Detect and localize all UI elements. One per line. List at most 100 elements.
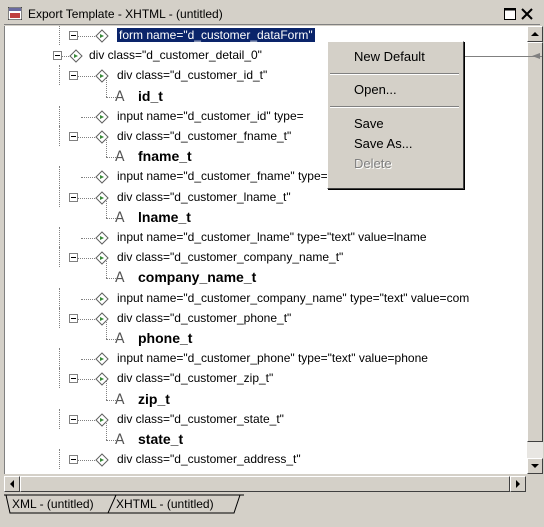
collapse-toggle[interactable] xyxy=(69,374,78,384)
tree-element-node[interactable]: div class="d_customer_state_t" xyxy=(5,408,527,429)
tree-connector xyxy=(81,359,95,361)
tree-element-node[interactable]: input name="d_customer_company_name" typ… xyxy=(5,287,527,308)
element-node-icon xyxy=(95,231,109,245)
tree-connector xyxy=(59,287,60,308)
element-node-icon xyxy=(95,170,109,185)
arrow-left-icon xyxy=(10,480,14,488)
vertical-scrollbar[interactable] xyxy=(527,26,543,474)
window-title: Export Template - XHTML - (untitled) xyxy=(28,7,223,21)
tree-connector xyxy=(59,186,60,207)
scroll-left-button[interactable] xyxy=(4,476,20,492)
tree-connector xyxy=(78,76,95,78)
tree-node-label: form name="d_customer_dataForm" xyxy=(116,27,316,43)
scroll-right-button[interactable] xyxy=(510,476,526,492)
tree-node-label: input name="d_customer_id" type= xyxy=(117,108,304,123)
tree-element-node[interactable]: div class="d_customer_company_name_t" xyxy=(5,247,527,268)
tree-connector xyxy=(106,259,107,279)
collapse-toggle[interactable] xyxy=(69,192,78,202)
tree-text-node[interactable]: Acompany_name_t xyxy=(5,259,527,287)
horizontal-scrollbar[interactable] xyxy=(4,476,526,492)
tree-connector xyxy=(59,307,60,328)
tree-connector xyxy=(59,166,60,187)
collapse-toggle[interactable] xyxy=(69,414,78,424)
scroll-up-button[interactable] xyxy=(527,26,543,42)
tree-element-node[interactable]: div class="d_customer_phone_t" xyxy=(5,307,527,328)
collapse-toggle[interactable] xyxy=(69,253,78,263)
document-tab-bar: XML - (untitled) XHTML - (untitled) xyxy=(4,494,540,523)
tree-connector xyxy=(59,26,60,45)
element-node-icon xyxy=(69,49,83,63)
tree-connector xyxy=(59,227,60,247)
tree-element-node[interactable]: input name="d_customer_phone" type="text… xyxy=(5,348,527,369)
tree-connector xyxy=(59,105,60,126)
text-node-icon: A xyxy=(115,209,125,226)
menu-item-delete: Delete xyxy=(354,156,392,171)
tab-xml[interactable]: XML - (untitled) xyxy=(4,496,102,514)
scroll-down-button[interactable] xyxy=(527,458,543,474)
tree-text-node[interactable]: Azip_t xyxy=(5,380,527,409)
tree-connector xyxy=(59,368,60,389)
tree-connector xyxy=(78,197,95,199)
text-node-icon: A xyxy=(115,391,125,408)
tree-node-label: div class="d_customer_id_t" xyxy=(117,68,268,83)
element-node-icon xyxy=(95,29,109,43)
tree-connector xyxy=(78,318,95,320)
tree-element-node[interactable]: div class="d_customer_address_t" xyxy=(5,449,527,470)
collapse-toggle[interactable] xyxy=(69,31,78,40)
menu-separator xyxy=(330,106,459,108)
tab-xhtml[interactable]: XHTML - (untitled) xyxy=(108,496,222,514)
menu-pointer-line xyxy=(462,56,542,57)
tree-node-label: fname_t xyxy=(138,148,192,165)
export-template-window: Export Template - XHTML - (untitled) for… xyxy=(4,4,543,523)
menu-item-save[interactable]: Save xyxy=(328,114,461,134)
tree-node-label: input name="d_customer_company_name" typ… xyxy=(117,290,470,305)
close-icon[interactable] xyxy=(521,8,533,20)
collapse-toggle[interactable] xyxy=(69,132,78,141)
tree-node-label: div class="d_customer_phone_t" xyxy=(117,310,292,325)
text-node-icon: A xyxy=(115,331,125,347)
tree-text-node[interactable]: Astate_t xyxy=(5,421,527,449)
tree-node-label: div class="d_customer_company_name_t" xyxy=(117,250,344,265)
tree-text-node[interactable]: Alname_t xyxy=(5,198,527,227)
arrow-up-icon xyxy=(531,32,539,36)
menu-item-open[interactable]: Open... xyxy=(328,80,461,100)
title-bar[interactable]: Export Template - XHTML - (untitled) xyxy=(4,4,540,25)
tree-connector xyxy=(106,380,107,400)
tree-connector xyxy=(59,449,60,470)
element-node-icon xyxy=(95,453,109,467)
tree-connector xyxy=(81,298,95,300)
tree-node-label: div class="d_customer_lname_t" xyxy=(117,189,291,204)
context-menu: New Default Open... Save Save As... Dele… xyxy=(327,41,464,189)
restore-icon[interactable] xyxy=(504,8,516,20)
tree-connector xyxy=(81,177,95,179)
tree-connector xyxy=(59,247,60,268)
collapse-toggle[interactable] xyxy=(69,455,78,465)
menu-item-new-default[interactable]: New Default xyxy=(328,47,461,67)
tree-connector xyxy=(81,116,95,118)
tree-connector xyxy=(106,198,107,218)
text-node-icon: A xyxy=(115,432,125,448)
tree-connector xyxy=(59,65,60,86)
tree-element-node[interactable]: div class="d_customer_zip_t" xyxy=(5,368,527,389)
element-node-icon xyxy=(95,110,109,124)
horizontal-scroll-thumb[interactable] xyxy=(20,476,510,492)
tree-node-label: company_name_t xyxy=(138,269,257,286)
collapse-toggle[interactable] xyxy=(69,313,78,323)
tree-element-node[interactable]: div class="d_customer_lname_t" xyxy=(5,186,527,207)
tree-node-label: zip_t xyxy=(138,390,170,407)
app-icon xyxy=(8,7,22,20)
text-node-icon: A xyxy=(115,88,125,105)
collapse-toggle[interactable] xyxy=(53,51,62,61)
tree-node-label: input name="d_customer_phone" type="text… xyxy=(117,351,428,366)
collapse-toggle[interactable] xyxy=(69,71,78,81)
tree-text-node[interactable]: Aphone_t xyxy=(5,320,527,348)
menu-item-save-as[interactable]: Save As... xyxy=(328,134,461,154)
text-node-icon: A xyxy=(115,149,125,166)
tree-node-label: div class="d_customer_address_t" xyxy=(117,452,301,467)
menu-separator xyxy=(330,73,459,75)
tree-node-label: div class="d_customer_state_t" xyxy=(117,411,284,426)
element-node-icon xyxy=(95,291,109,306)
vertical-scroll-thumb[interactable] xyxy=(527,42,543,442)
tree-node-label: input name="d_customer_lname" type="text… xyxy=(117,230,427,244)
tree-element-node[interactable]: input name="d_customer_lname" type="text… xyxy=(5,227,527,247)
